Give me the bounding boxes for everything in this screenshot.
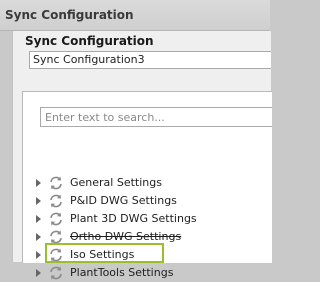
expand-arrow-icon[interactable] xyxy=(36,251,41,259)
tree-item-pid-dwg-settings[interactable]: P&ID DWG Settings xyxy=(23,192,272,210)
expand-arrow-icon[interactable] xyxy=(36,215,41,223)
tree-item-planttools-settings[interactable]: PlantTools Settings xyxy=(23,264,272,282)
sync-icon xyxy=(50,212,62,226)
settings-list-panel: Enter text to search... General Settings… xyxy=(22,91,272,280)
sync-icon xyxy=(50,176,62,190)
expand-arrow-icon[interactable] xyxy=(36,179,41,187)
tree-item-general-settings[interactable]: General Settings xyxy=(23,174,272,192)
tree-item-label: Plant 3D DWG Settings xyxy=(70,212,197,225)
sync-configuration-panel: Sync Configuration Sync Configuration3 E… xyxy=(12,31,272,280)
tree-item-plant-3d-dwg-settings[interactable]: Plant 3D DWG Settings xyxy=(23,210,272,228)
sync-icon xyxy=(50,194,62,208)
section-label: Sync Configuration xyxy=(25,34,154,48)
expand-arrow-icon[interactable] xyxy=(36,197,41,205)
search-input[interactable]: Enter text to search... xyxy=(40,107,272,127)
expand-arrow-icon[interactable] xyxy=(36,233,41,241)
sync-icon xyxy=(50,266,62,280)
iso-settings-highlight-box xyxy=(45,243,164,263)
window-title: Sync Configuration xyxy=(5,8,134,22)
tree-item-label: PlantTools Settings xyxy=(70,266,174,279)
title-bar: Sync Configuration xyxy=(0,0,270,31)
expand-arrow-icon[interactable] xyxy=(36,269,41,277)
tree-item-label: P&ID DWG Settings xyxy=(70,194,177,207)
configuration-name-field[interactable]: Sync Configuration3 xyxy=(29,51,271,69)
tree-item-label: General Settings xyxy=(70,176,162,189)
tree-item-label: Ortho DWG Settings xyxy=(70,230,182,243)
